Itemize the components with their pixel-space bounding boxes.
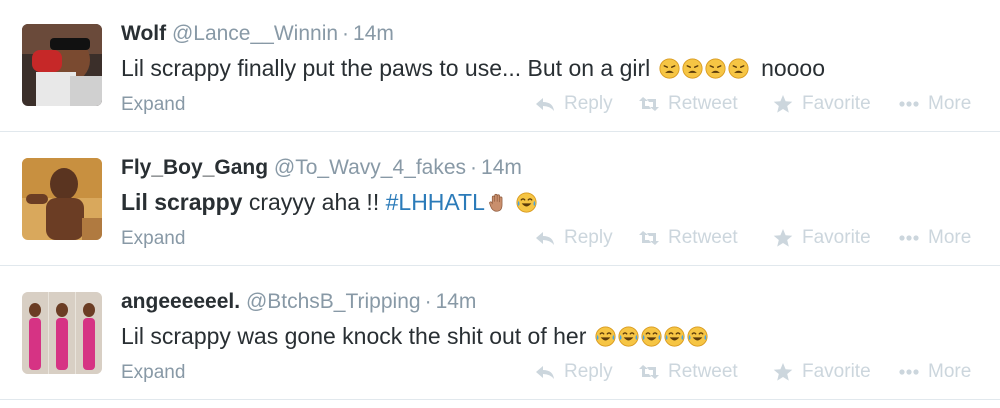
reply-icon	[534, 362, 556, 382]
reply-button[interactable]: Reply	[534, 361, 613, 383]
crying-laughing-face-icon	[618, 326, 639, 347]
favorite-button[interactable]: Favorite	[772, 361, 871, 383]
crying-laughing-face-icon	[516, 192, 537, 213]
retweet-button[interactable]: Retweet	[638, 227, 738, 249]
weary-face-icon	[682, 58, 703, 79]
more-button[interactable]: More	[898, 93, 971, 115]
tweet-text-main: Lil scrappy finally put the paws to use.…	[121, 55, 651, 81]
tweet-text-main: Lil scrappy was gone knock the shit out …	[121, 323, 587, 349]
reply-label: Reply	[564, 93, 613, 114]
favorite-label: Favorite	[802, 227, 871, 248]
reply-button[interactable]: Reply	[534, 93, 613, 115]
crying-laughing-face-icon	[641, 326, 662, 347]
retweet-label: Retweet	[668, 361, 738, 382]
more-dots-icon	[898, 362, 920, 382]
separator: ·	[424, 290, 432, 313]
retweet-button[interactable]: Retweet	[638, 361, 738, 383]
favorite-label: Favorite	[802, 361, 871, 382]
retweet-label: Retweet	[668, 227, 738, 248]
avatar[interactable]	[22, 158, 102, 240]
user-handle[interactable]: @Lance__Winnin	[172, 22, 338, 45]
more-button[interactable]: More	[898, 227, 971, 249]
user-handle[interactable]: @To_Wavy_4_fakes	[274, 156, 466, 179]
tweet-text-main: crayyy aha !!	[248, 189, 380, 215]
more-dots-icon	[898, 228, 920, 248]
timestamp[interactable]: 14m	[436, 290, 477, 313]
expand-link[interactable]: Expand	[121, 228, 185, 250]
avatar[interactable]	[22, 292, 102, 374]
expand-link[interactable]: Expand	[121, 362, 185, 384]
more-label: More	[928, 361, 972, 382]
expand-link[interactable]: Expand	[121, 94, 185, 116]
tweet-header: Fly_Boy_Gang @To_Wavy_4_fakes · 14m	[121, 155, 522, 181]
crying-laughing-face-icon	[687, 326, 708, 347]
tweet-text: Lil scrappy was gone knock the shit out …	[121, 322, 708, 350]
user-handle[interactable]: @BtchsB_Tripping	[246, 290, 421, 313]
separator: ·	[342, 22, 350, 45]
reply-label: Reply	[564, 227, 613, 248]
weary-face-icon	[728, 58, 749, 79]
more-button[interactable]: More	[898, 361, 971, 383]
more-label: More	[928, 227, 972, 248]
user-name[interactable]: Fly_Boy_Gang	[121, 156, 268, 179]
star-icon	[772, 94, 794, 114]
reply-label: Reply	[564, 361, 613, 382]
more-dots-icon	[898, 94, 920, 114]
favorite-button[interactable]: Favorite	[772, 227, 871, 249]
star-icon	[772, 362, 794, 382]
separator: ·	[470, 156, 478, 179]
retweet-icon	[638, 362, 660, 382]
tweet-item[interactable]: angeeeeeel. @BtchsB_Tripping · 14m Lil scr…	[0, 268, 1000, 400]
timestamp[interactable]: 14m	[481, 156, 522, 179]
tweet-item[interactable]: Fly_Boy_Gang @To_Wavy_4_fakes · 14m Lil sc…	[0, 134, 1000, 266]
more-label: More	[928, 93, 972, 114]
avatar[interactable]	[22, 24, 102, 106]
favorite-label: Favorite	[802, 93, 871, 114]
tweet-item[interactable]: Wolf @Lance__Winnin · 14m Lil scrappy fina…	[0, 0, 1000, 132]
retweet-button[interactable]: Retweet	[638, 93, 738, 115]
retweet-icon	[638, 94, 660, 114]
tweet-text: Lil scrappy crayyy aha !! #LHHATL	[121, 188, 537, 216]
timestamp[interactable]: 14m	[353, 22, 394, 45]
user-name[interactable]: Wolf	[121, 22, 166, 45]
hashtag-link[interactable]: #LHHATL	[386, 189, 485, 215]
crying-laughing-face-icon	[595, 326, 616, 347]
tweet-text: Lil scrappy finally put the paws to use.…	[121, 54, 825, 82]
tweet-text-bold: Lil scrappy	[121, 189, 243, 215]
user-name[interactable]: angeeeeeel.	[121, 290, 240, 313]
reply-icon	[534, 94, 556, 114]
tweet-header: Wolf @Lance__Winnin · 14m	[121, 21, 394, 47]
crying-laughing-face-icon	[664, 326, 685, 347]
tweet-header: angeeeeeel. @BtchsB_Tripping · 14m	[121, 289, 476, 315]
tweet-text-tail: noooo	[761, 55, 826, 81]
raised-hand-icon	[487, 192, 508, 213]
weary-face-icon	[705, 58, 726, 79]
reply-icon	[534, 228, 556, 248]
favorite-button[interactable]: Favorite	[772, 93, 871, 115]
weary-face-icon	[659, 58, 680, 79]
reply-button[interactable]: Reply	[534, 227, 613, 249]
retweet-icon	[638, 228, 660, 248]
retweet-label: Retweet	[668, 93, 738, 114]
star-icon	[772, 228, 794, 248]
tweet-feed: Wolf @Lance__Winnin · 14m Lil scrappy fina…	[0, 0, 1000, 408]
